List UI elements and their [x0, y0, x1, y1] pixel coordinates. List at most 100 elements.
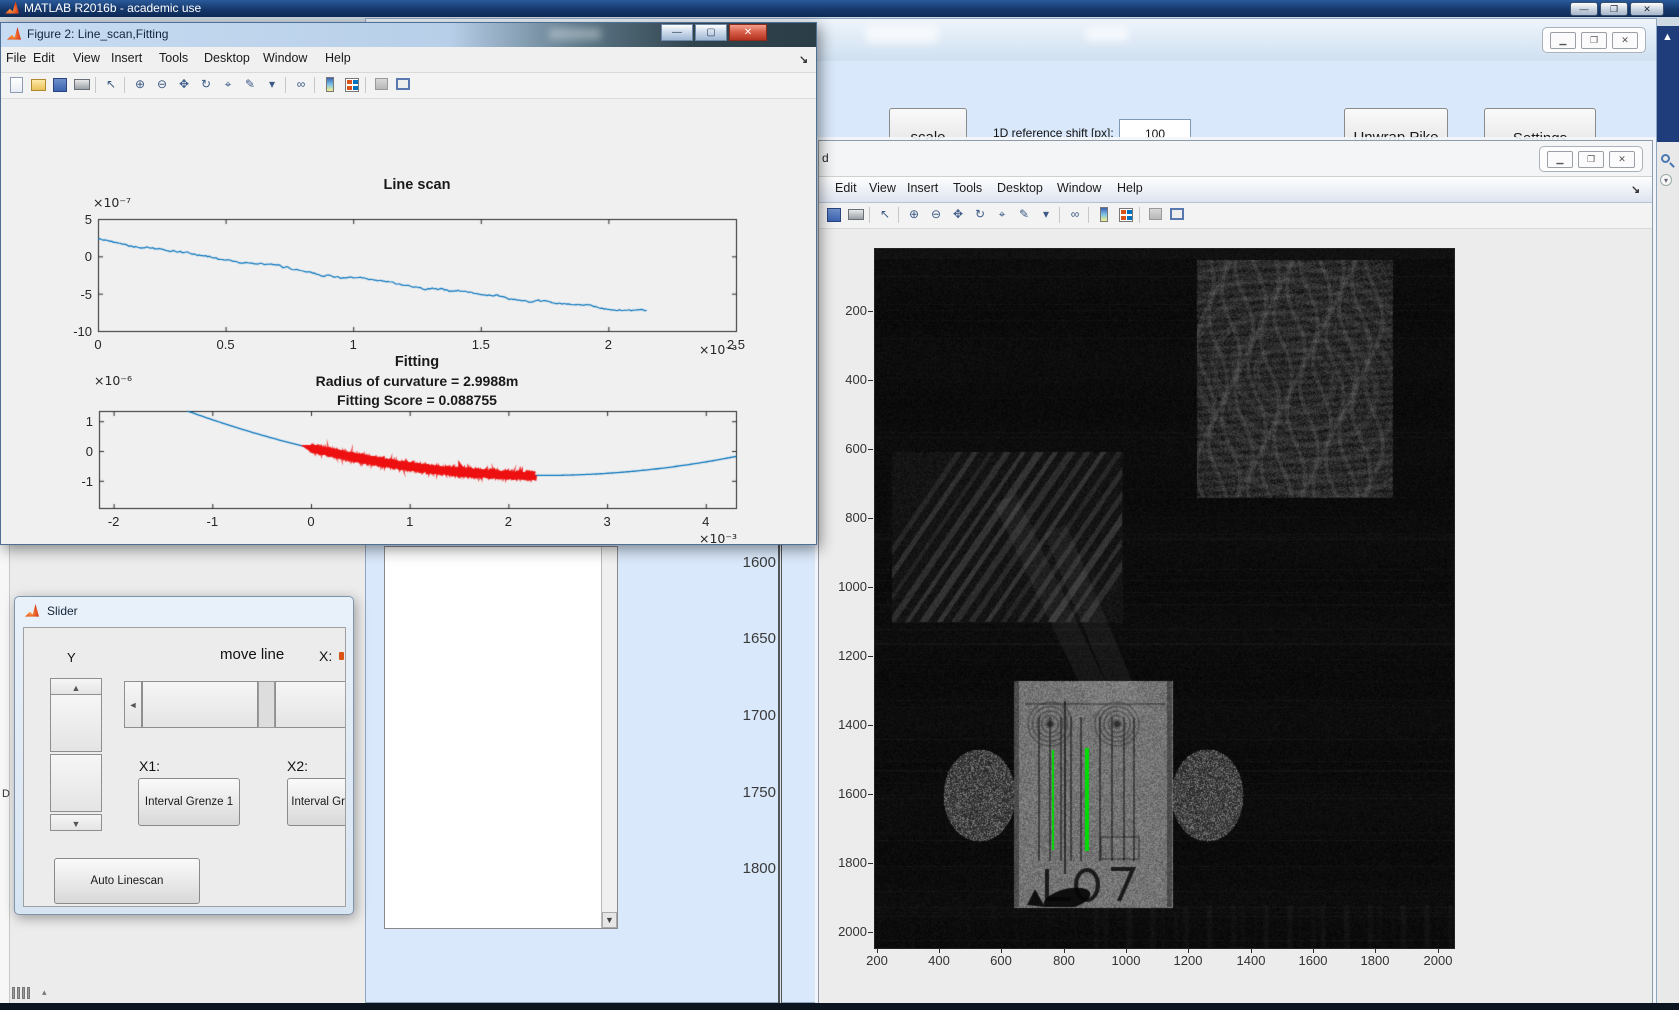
data-cursor-icon[interactable]: ⌖	[219, 76, 237, 94]
x-slider-left-button[interactable]: ◄	[124, 681, 142, 728]
dock-axes-icon[interactable]	[394, 76, 412, 94]
figure2-titlebar[interactable]: Figure 2: Line_scan,Fitting — ▢ ✕	[1, 23, 816, 47]
x-tickmark	[1188, 948, 1189, 953]
y-tick: 0	[84, 249, 92, 265]
y-slider-track-upper[interactable]	[50, 694, 102, 752]
x-tick: 2.5	[726, 337, 746, 352]
menu-insert[interactable]: Insert	[111, 51, 142, 65]
brush-dropdown-icon[interactable]: ▾	[263, 76, 281, 94]
move-line-label: move line	[220, 646, 285, 663]
y-tickmark	[868, 311, 873, 312]
menu-file[interactable]: File	[6, 51, 26, 65]
dropdown-icon[interactable]: ▾	[1660, 174, 1672, 186]
x-tick: -2	[107, 514, 120, 529]
dock-figure-icon[interactable]: ↘	[799, 53, 808, 66]
x-tickmark	[1001, 948, 1002, 953]
save-icon[interactable]	[51, 76, 69, 94]
y-slider-track-lower[interactable]	[50, 754, 102, 812]
close-button[interactable]: ✕	[729, 24, 767, 41]
x-slider-right-segment[interactable]	[275, 681, 345, 728]
grip-arrow-icon: ▴	[42, 987, 47, 997]
interval-grenze2-button[interactable]: Interval Gren	[287, 778, 345, 826]
print-icon[interactable]	[73, 76, 91, 94]
x-slider-thumb[interactable]	[142, 681, 258, 728]
y-tickmark	[868, 518, 873, 519]
y-tick: 1200	[838, 648, 867, 663]
matlab-main-title: MATLAB R2016b - academic use	[24, 1, 202, 15]
minimize-button[interactable]: —	[1570, 2, 1598, 16]
x-tickmark	[1438, 948, 1439, 953]
auto-linescan-button[interactable]: Auto Linescan	[54, 858, 200, 904]
collapse-up-icon[interactable]: ▲	[1662, 31, 1673, 43]
x-tickmark	[1064, 948, 1065, 953]
menu-edit[interactable]: Edit	[33, 51, 55, 65]
colorbar-icon[interactable]	[321, 76, 339, 94]
matlab-main-titlebar[interactable]: MATLAB R2016b - academic use — ❐ ✕	[0, 0, 1679, 17]
figure2-tick-labels: 0 0.5 1 1.5 2 2.5 5 0 -5 -10 -2 -1 0 1 2 3 4 1 0 -1	[1, 99, 816, 544]
figure2-plot-area: Line scan ×10⁻⁷ ×10⁻³ Fitting Radius of …	[1, 99, 816, 546]
y-tickmark	[868, 725, 873, 726]
y-slider-up-button[interactable]: ▲	[50, 678, 102, 695]
maximize-button[interactable]: ▢	[695, 24, 727, 41]
x1-label: X1:	[139, 758, 161, 774]
toolbar-separator	[365, 77, 366, 93]
search-icon-handle	[1669, 162, 1675, 168]
y-tick: -10	[73, 324, 92, 339]
x-tickmark	[1126, 948, 1127, 953]
y-tick: 1400	[838, 717, 867, 732]
y-tick: 600	[845, 441, 867, 456]
x-tick: 0	[307, 514, 315, 529]
pointer-icon[interactable]: ↖	[102, 76, 120, 94]
y-tick: 200	[845, 303, 867, 318]
restore-button[interactable]: ❐	[1600, 2, 1628, 16]
x-tick: 2000	[1423, 953, 1453, 968]
zoom-in-icon[interactable]: ⊕	[131, 76, 149, 94]
y-tick: -5	[80, 286, 92, 302]
close-button[interactable]: ✕	[1630, 2, 1664, 16]
bottom-taskbar-edge[interactable]	[0, 1003, 1679, 1010]
menu-desktop[interactable]: Desktop	[204, 51, 250, 65]
x-tick: 0.5	[216, 337, 235, 352]
y-tick: 2000	[838, 924, 867, 939]
menu-view[interactable]: View	[73, 51, 100, 65]
interval-grenze1-button[interactable]: Interval Grenze 1	[138, 778, 240, 826]
rotate-icon[interactable]: ↻	[197, 76, 215, 94]
open-file-icon[interactable]	[29, 76, 47, 94]
x-tick: 2	[604, 337, 612, 352]
brush-icon[interactable]: ✎	[241, 76, 259, 94]
menu-window[interactable]: Window	[263, 51, 307, 65]
zoom-out-icon[interactable]: ⊖	[153, 76, 171, 94]
pan-icon[interactable]: ✥	[175, 76, 193, 94]
y-tickmark	[868, 656, 873, 657]
right-edge-panel: ▲	[1656, 26, 1679, 142]
y-tick: 1000	[838, 579, 867, 594]
x-tick: 800	[1053, 953, 1075, 968]
y-slider-down-button[interactable]: ▼	[50, 814, 102, 831]
x-tick: 1600	[1298, 953, 1328, 968]
y-tickmark	[868, 380, 873, 381]
x-slider-track-gap[interactable]	[258, 681, 275, 728]
x-tickmark	[1251, 948, 1252, 953]
image-axes-ticks: 200 400 600 800 1000 1200 1400 1600 1800 2000 200 4…	[819, 141, 1652, 1005]
toolbar-separator	[124, 77, 125, 93]
resize-grip[interactable]: ▴	[12, 986, 58, 1000]
hold-icon[interactable]	[372, 76, 390, 94]
slider-panel: Y ▲ ▼ move line X: ◄ X1: Interval Grenze…	[23, 627, 346, 907]
menu-tools[interactable]: Tools	[159, 51, 188, 65]
minimize-button[interactable]: —	[661, 24, 693, 41]
ruler-tick: 1650	[742, 630, 776, 647]
link-plot-icon[interactable]: ∞	[292, 76, 310, 94]
slider-window: Slider Y ▲ ▼ move line X: ◄ X1: Interval…	[14, 596, 354, 915]
menu-help[interactable]: Help	[325, 51, 351, 65]
x-tick: 2	[504, 514, 512, 529]
y-tick: 1	[85, 414, 93, 430]
new-file-icon[interactable]	[7, 76, 25, 94]
matlab-figure-icon	[7, 27, 21, 40]
legend-icon[interactable]	[343, 76, 361, 94]
y-tick: 5	[84, 212, 92, 227]
search-icon[interactable]	[1661, 154, 1670, 163]
y-tick: -1	[81, 473, 93, 489]
x-tickmark	[1313, 948, 1314, 953]
x-tickmark	[877, 948, 878, 953]
x-tick: 1	[349, 337, 357, 352]
